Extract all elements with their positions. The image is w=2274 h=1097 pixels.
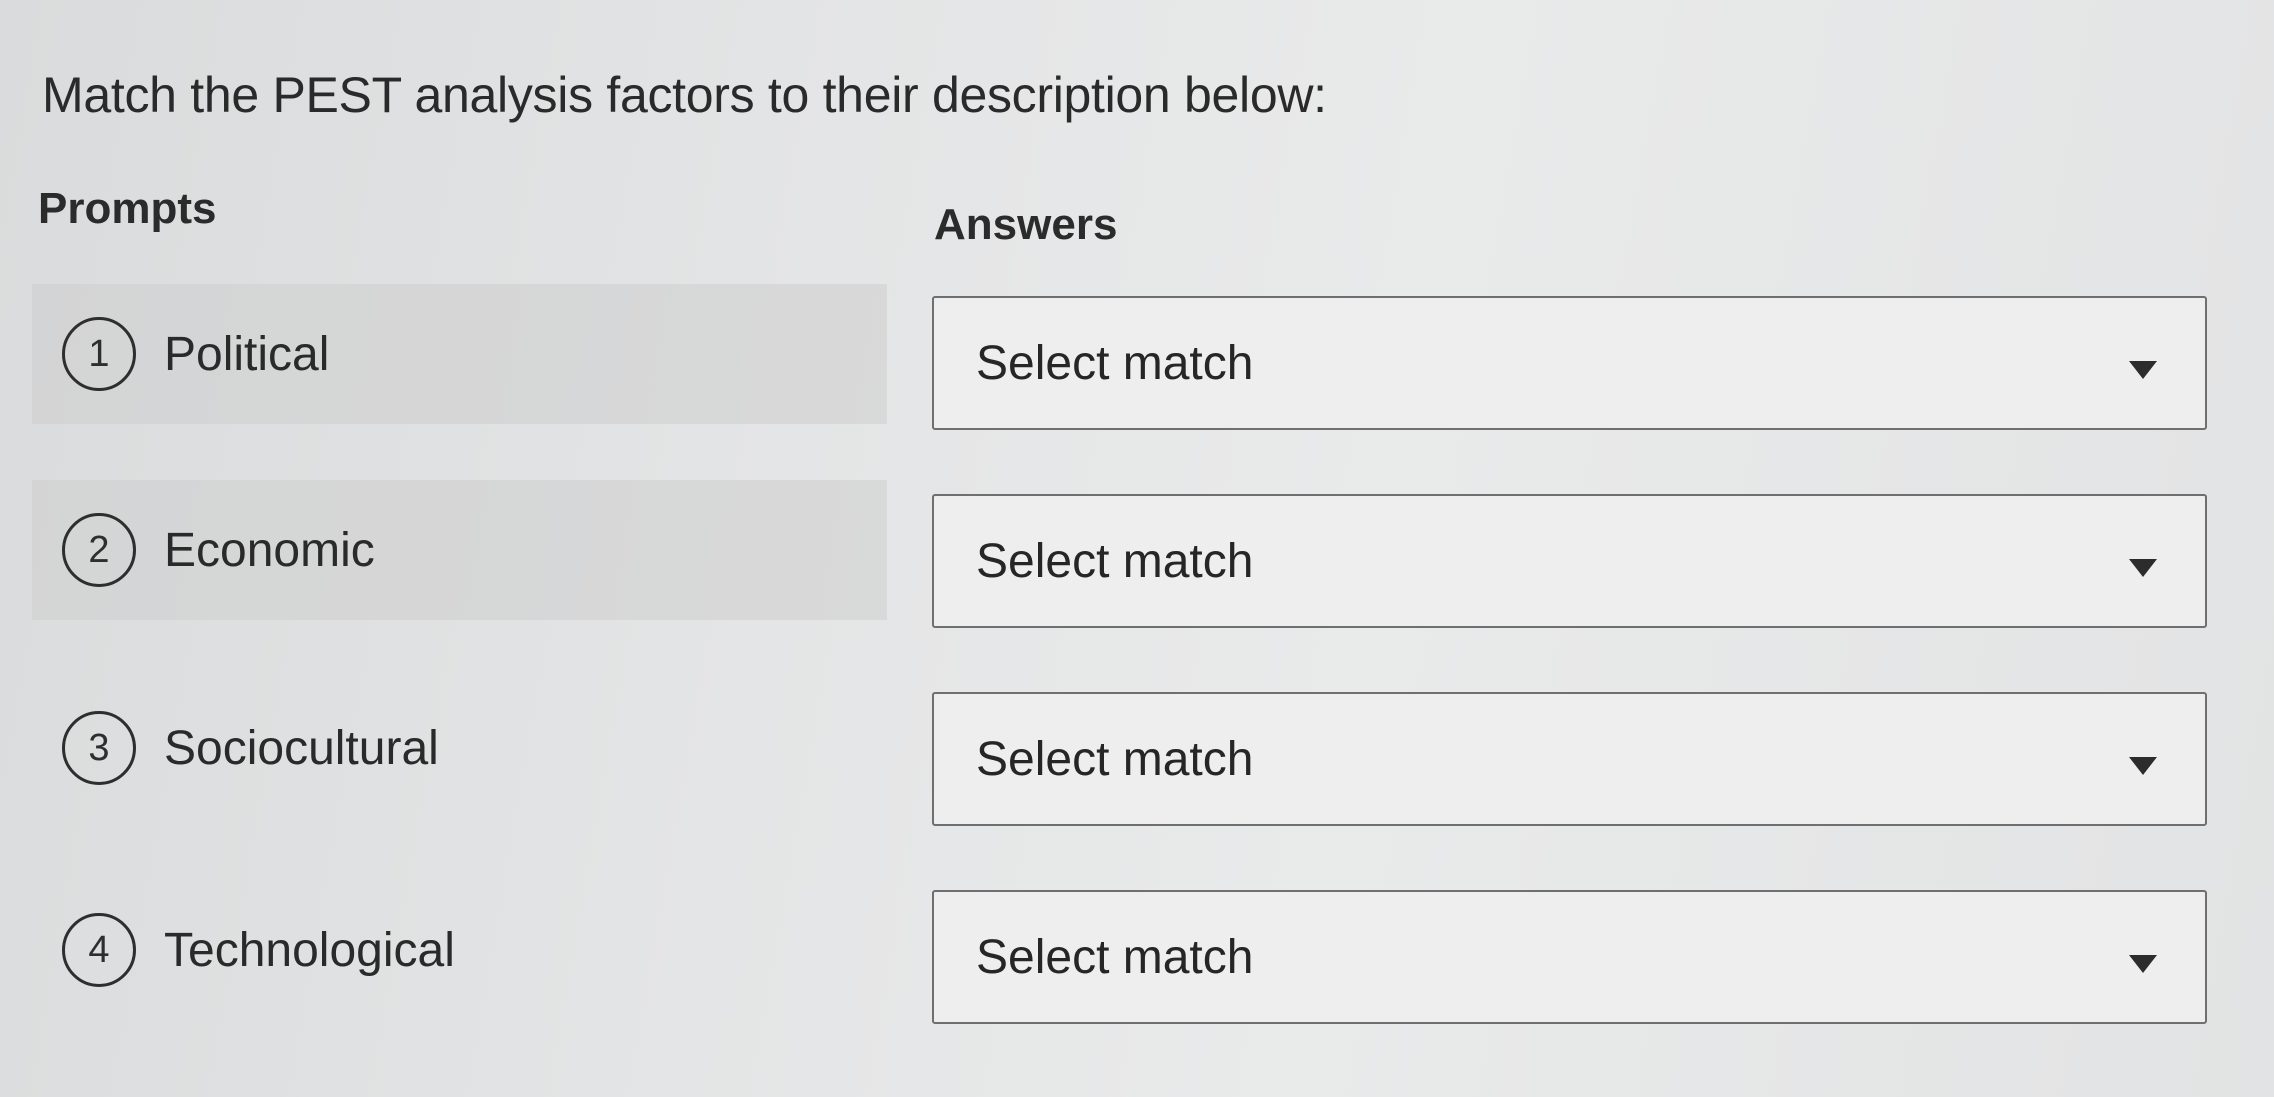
answer-select-economic[interactable]: Select match (932, 494, 2207, 628)
matching-question-panel: Match the PEST analysis factors to their… (0, 0, 2274, 1097)
caret-down-icon (2129, 757, 2157, 775)
select-value: Select match (976, 732, 1254, 786)
prompt-row-political: 1 Political (32, 284, 887, 424)
answer-select-technological[interactable]: Select match (932, 890, 2207, 1024)
answer-select-sociocultural[interactable]: Select match (932, 692, 2207, 826)
prompt-row-sociocultural: 3 Sociocultural (32, 678, 887, 818)
prompt-label: Sociocultural (164, 721, 439, 775)
prompt-label: Political (164, 327, 330, 381)
prompt-number-badge: 2 (62, 513, 136, 587)
select-value: Select match (976, 930, 1254, 984)
select-value: Select match (976, 534, 1254, 588)
prompt-row-economic: 2 Economic (32, 480, 887, 620)
prompt-label: Economic (164, 523, 375, 577)
prompt-row-technological: 4 Technological (32, 880, 887, 1020)
answer-select-political[interactable]: Select match (932, 296, 2207, 430)
caret-down-icon (2129, 955, 2157, 973)
prompt-number-badge: 3 (62, 711, 136, 785)
question-text: Match the PEST analysis factors to their… (42, 67, 1327, 123)
prompt-number-badge: 4 (62, 913, 136, 987)
select-value: Select match (976, 336, 1254, 390)
prompt-number-badge: 1 (62, 317, 136, 391)
caret-down-icon (2129, 559, 2157, 577)
prompts-header: Prompts (38, 184, 217, 233)
prompt-label: Technological (164, 923, 455, 977)
answers-header: Answers (934, 200, 1118, 249)
caret-down-icon (2129, 361, 2157, 379)
